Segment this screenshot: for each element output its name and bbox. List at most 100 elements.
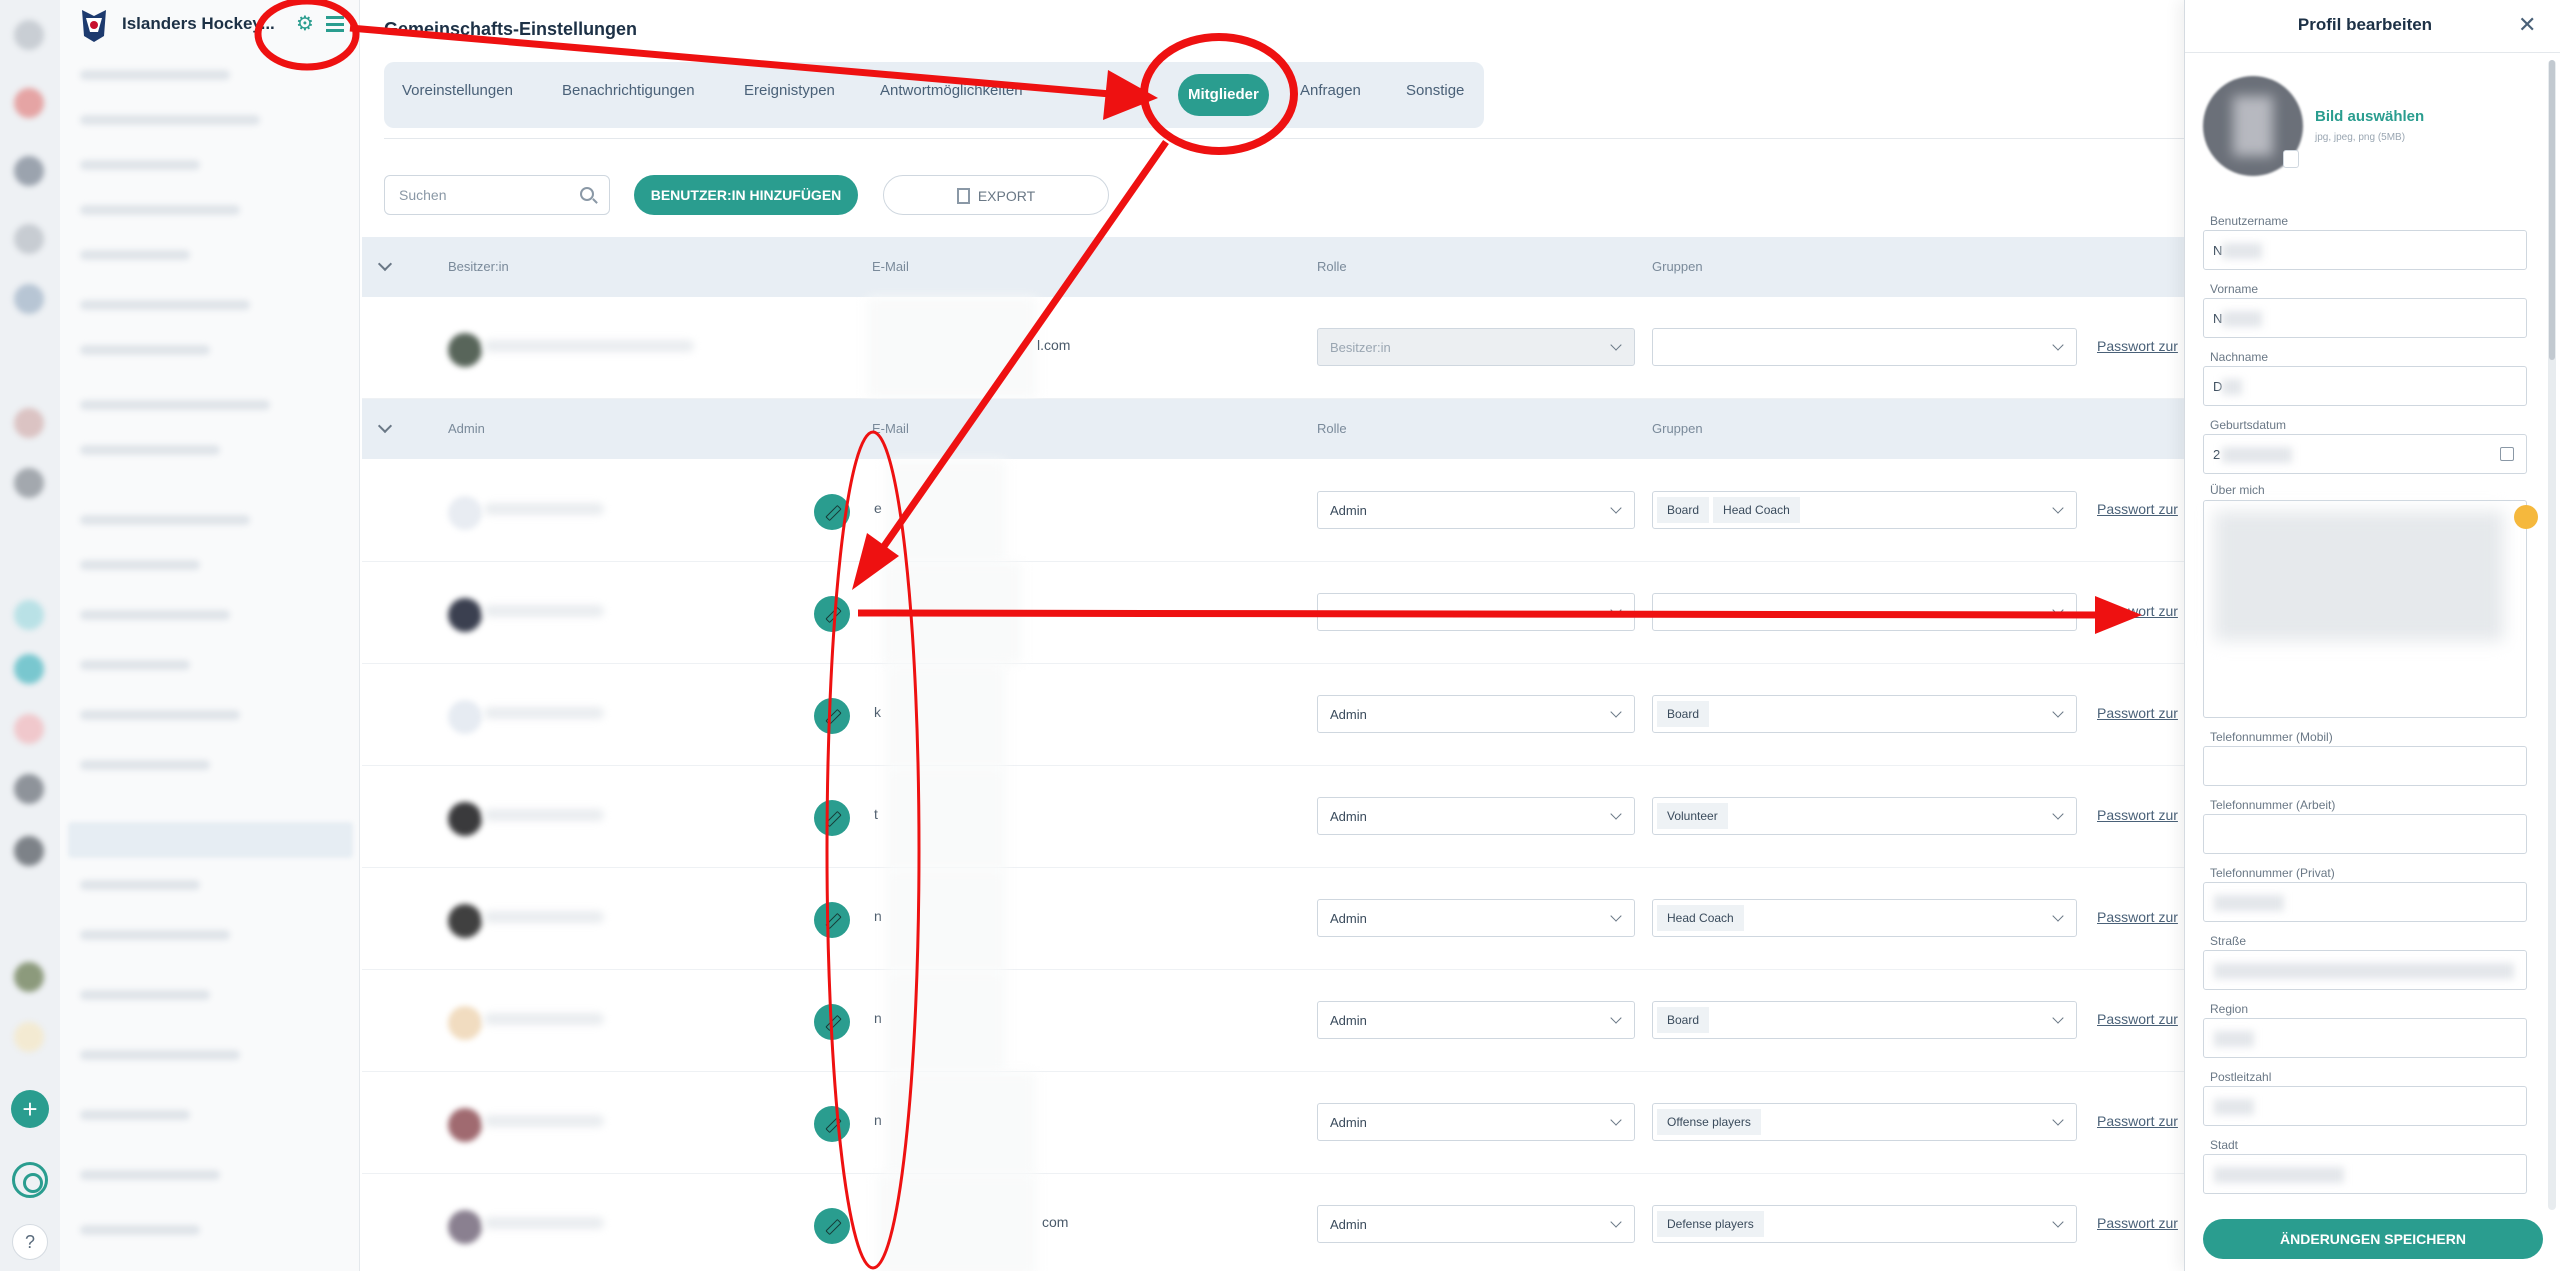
community-avatar[interactable] <box>14 224 44 254</box>
owner-section-header[interactable]: Besitzer:in E-Mail Rolle Gruppen <box>362 237 2192 297</box>
community-avatar[interactable] <box>14 1022 44 1052</box>
role-select[interactable]: Admin <box>1317 1205 1635 1243</box>
pencil-edit-icon[interactable] <box>814 1208 850 1244</box>
blurred-nav-item[interactable] <box>80 1050 240 1060</box>
export-button[interactable]: EXPORT <box>883 175 1109 215</box>
groups-select[interactable] <box>1652 593 2077 631</box>
chevron-down-icon[interactable] <box>377 418 393 434</box>
blurred-nav-item[interactable] <box>80 1170 220 1180</box>
blurred-nav-item[interactable] <box>80 250 190 260</box>
blurred-nav-item[interactable] <box>80 560 200 570</box>
blurred-nav-item[interactable] <box>80 930 230 940</box>
username-field[interactable]: N <box>2203 230 2527 270</box>
blurred-nav-item[interactable] <box>80 1225 200 1235</box>
role-select[interactable]: Admin <box>1317 1103 1635 1141</box>
pencil-edit-icon[interactable] <box>814 1004 850 1040</box>
close-icon[interactable]: ✕ <box>2518 12 2536 38</box>
pencil-edit-icon[interactable] <box>814 902 850 938</box>
region-field[interactable] <box>2203 1018 2527 1058</box>
blurred-nav-item[interactable] <box>80 205 240 215</box>
about-me-textarea[interactable] <box>2203 500 2538 718</box>
trash-icon[interactable] <box>2283 150 2299 168</box>
admin-section-header[interactable]: Admin E-Mail Rolle Gruppen <box>362 399 2192 459</box>
password-reset-link[interactable]: Passwort zur <box>2097 1215 2178 1231</box>
blurred-nav-item[interactable] <box>80 160 200 170</box>
role-select[interactable]: Admin <box>1317 797 1635 835</box>
blurred-nav-item[interactable] <box>80 880 200 890</box>
tab-anfragen[interactable]: Anfragen <box>1300 82 1361 99</box>
groups-select[interactable]: Volunteer <box>1652 797 2077 835</box>
tab-antwortmoeglichkeiten[interactable]: Antwortmöglichkeiten <box>880 82 1023 99</box>
blurred-nav-item[interactable] <box>80 760 210 770</box>
pencil-edit-icon[interactable] <box>814 494 850 530</box>
club-name[interactable]: Islanders Hockey... <box>122 14 275 34</box>
blurred-nav-item[interactable] <box>80 445 220 455</box>
pick-image-link[interactable]: Bild auswählen <box>2315 108 2424 125</box>
selected-nav-item[interactable] <box>68 822 353 858</box>
groups-select[interactable]: Head Coach <box>1652 899 2077 937</box>
role-select[interactable]: Admin <box>1317 1001 1635 1039</box>
tab-voreinstellungen[interactable]: Voreinstellungen <box>402 82 513 99</box>
blurred-nav-item[interactable] <box>80 1110 190 1120</box>
panel-scrollbar[interactable] <box>2548 60 2556 1210</box>
add-user-button[interactable]: BENUTZER:IN HINZUFÜGEN <box>634 175 858 215</box>
blurred-nav-item[interactable] <box>80 345 210 355</box>
tab-sonstige[interactable]: Sonstige <box>1406 82 1464 99</box>
community-avatar[interactable] <box>14 774 44 804</box>
password-reset-link[interactable]: Passwort zur <box>2097 501 2178 517</box>
blurred-nav-item[interactable] <box>80 115 260 125</box>
community-avatar[interactable] <box>14 600 44 630</box>
password-reset-link[interactable]: Passwort zur <box>2097 1113 2178 1129</box>
emoji-icon[interactable] <box>2514 505 2538 529</box>
password-reset-link[interactable]: Passwort zur <box>2097 603 2178 619</box>
community-avatar[interactable] <box>14 156 44 186</box>
community-avatar[interactable] <box>14 836 44 866</box>
last-name-field[interactable]: D <box>2203 366 2527 406</box>
birthdate-field[interactable]: 2 <box>2203 434 2527 474</box>
search-input[interactable]: Suchen <box>384 175 610 215</box>
tab-ereignistypen[interactable]: Ereignistypen <box>744 82 835 99</box>
tab-benachrichtigungen[interactable]: Benachrichtigungen <box>562 82 695 99</box>
community-avatar[interactable] <box>14 284 44 314</box>
radar-icon[interactable] <box>12 1162 48 1198</box>
save-changes-button[interactable]: ÄNDERUNGEN SPEICHERN <box>2203 1219 2543 1259</box>
postal-code-field[interactable] <box>2203 1086 2527 1126</box>
password-reset-link[interactable]: Passwort zur <box>2097 338 2178 354</box>
blurred-nav-item[interactable] <box>80 70 230 80</box>
blurred-nav-item[interactable] <box>80 660 190 670</box>
phone-private-field[interactable] <box>2203 882 2527 922</box>
add-community-plus-icon[interactable]: + <box>11 1090 49 1128</box>
pencil-edit-icon[interactable] <box>814 596 850 632</box>
city-field[interactable] <box>2203 1154 2527 1194</box>
blurred-nav-item[interactable] <box>80 515 250 525</box>
password-reset-link[interactable]: Passwort zur <box>2097 909 2178 925</box>
groups-select[interactable]: Offense players <box>1652 1103 2077 1141</box>
community-avatar[interactable] <box>14 468 44 498</box>
community-avatar[interactable] <box>14 714 44 744</box>
password-reset-link[interactable]: Passwort zur <box>2097 705 2178 721</box>
password-reset-link[interactable]: Passwort zur <box>2097 1011 2178 1027</box>
blurred-nav-item[interactable] <box>80 710 240 720</box>
role-select[interactable]: Admin <box>1317 491 1635 529</box>
chevron-down-icon[interactable] <box>377 256 393 272</box>
hamburger-menu-icon[interactable] <box>326 16 344 32</box>
tab-mitglieder[interactable]: Mitglieder <box>1178 74 1269 116</box>
pencil-edit-icon[interactable] <box>814 698 850 734</box>
community-avatar[interactable] <box>14 654 44 684</box>
groups-select[interactable]: Defense players <box>1652 1205 2077 1243</box>
first-name-field[interactable]: N <box>2203 298 2527 338</box>
phone-work-field[interactable] <box>2203 814 2527 854</box>
community-avatar[interactable] <box>14 408 44 438</box>
role-select[interactable]: Admin <box>1317 695 1635 733</box>
community-avatar[interactable] <box>14 20 44 50</box>
community-avatar[interactable] <box>14 962 44 992</box>
help-icon[interactable]: ? <box>12 1224 48 1260</box>
street-field[interactable] <box>2203 950 2527 990</box>
role-select[interactable]: Admin <box>1317 899 1635 937</box>
groups-select[interactable]: Board Head Coach <box>1652 491 2077 529</box>
blurred-nav-item[interactable] <box>80 610 230 620</box>
role-select[interactable] <box>1317 593 1635 631</box>
groups-select[interactable]: Board <box>1652 1001 2077 1039</box>
phone-mobile-field[interactable] <box>2203 746 2527 786</box>
groups-select[interactable] <box>1652 328 2077 366</box>
